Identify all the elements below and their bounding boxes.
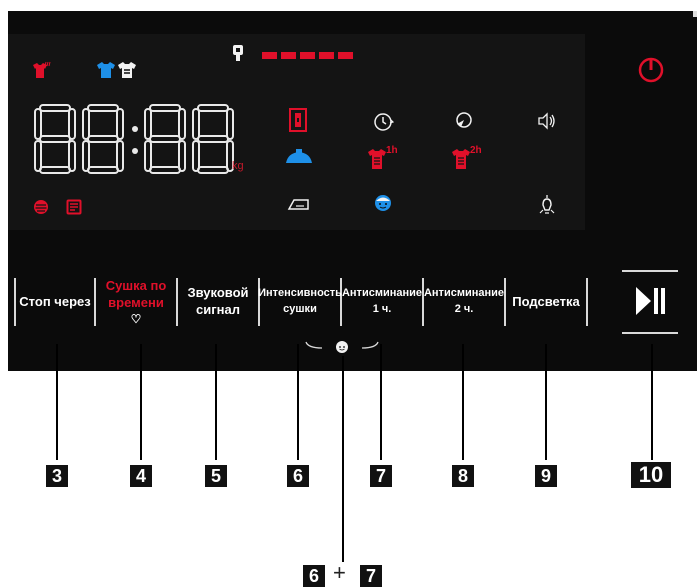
sound-signal-label-1: Звуковой: [187, 285, 249, 300]
shirt-blue-icon: [96, 60, 116, 80]
callout-10: 10: [631, 462, 671, 488]
start-top-line: [622, 270, 678, 272]
sound-signal-button[interactable]: Звуковой сигнал: [178, 266, 258, 336]
anticrease-1h-label-1: Антисминание: [341, 287, 423, 299]
callout-5: 5: [205, 465, 227, 487]
shirt-2h-icon: 2h: [450, 143, 484, 171]
start-bottom-line: [622, 332, 678, 334]
door-lock-icon: [289, 108, 307, 132]
dry-intensity-button[interactable]: Интенсивность сушки: [258, 266, 342, 336]
sound-signal-label-2: сигнал: [196, 302, 240, 317]
anticrease-2h-label-2: 2 ч.: [454, 303, 474, 315]
rotation-icon: [452, 110, 474, 132]
callout-4: 4: [130, 465, 152, 487]
shirt-dry-red-icon: [31, 60, 51, 80]
anticrease-2h-label-1: Антисминание: [423, 287, 505, 299]
combo-plus: +: [333, 560, 346, 585]
shirt-1h-icon: 1h: [366, 143, 400, 171]
play-pause-icon: [636, 287, 665, 315]
dry-intensity-label-2: сушки: [283, 303, 317, 315]
combo-callout-6: 6: [303, 565, 325, 587]
timed-dry-button[interactable]: Сушка по времени ♡: [96, 266, 176, 336]
callout-8: 8: [452, 465, 474, 487]
stop-after-button[interactable]: Стоп через: [16, 266, 94, 336]
stop-after-label: Стоп через: [19, 293, 91, 309]
kg-unit-label: kg: [232, 160, 244, 172]
anticrease-1h-label-2: 1 ч.: [372, 303, 392, 315]
combo-bracket: [302, 338, 382, 356]
lock-key-icon: [231, 43, 245, 63]
timer-icon: [372, 110, 394, 132]
light-bulb-icon: [537, 193, 557, 217]
power-icon[interactable]: [637, 55, 665, 83]
anticrease-2h-button[interactable]: Антисминание 2 ч.: [423, 266, 505, 336]
callout-9: 9: [535, 465, 557, 487]
backlight-button[interactable]: Подсветка: [505, 266, 587, 336]
heart-icon: ♡: [130, 311, 142, 326]
callout-3: 3: [46, 465, 68, 487]
backlight-label: Подсветка: [512, 293, 580, 309]
callout-7: 7: [370, 465, 392, 487]
combo-callout-7: 7: [360, 565, 382, 587]
callout-6: 6: [287, 465, 309, 487]
edge-mark: [693, 11, 697, 17]
timed-dry-label-2: времени: [108, 294, 164, 310]
timed-dry-label-1: Сушка по: [105, 277, 167, 293]
wool-icon: [33, 199, 49, 215]
iron-low-icon: [286, 196, 312, 212]
iron-blue-icon: [284, 148, 314, 166]
face-blue-icon: [373, 193, 393, 213]
shirt-2h-text: 2h: [470, 145, 482, 156]
shirt-dry-white-icon: [117, 60, 137, 80]
start-pause-button[interactable]: [622, 270, 678, 334]
dry-intensity-label-1: Интенсивность: [258, 287, 342, 299]
sound-icon: [537, 112, 557, 130]
shirt-1h-text: 1h: [386, 145, 398, 156]
list-icon: [66, 199, 82, 215]
anticrease-1h-button[interactable]: Антисминание 1 ч.: [341, 266, 423, 336]
